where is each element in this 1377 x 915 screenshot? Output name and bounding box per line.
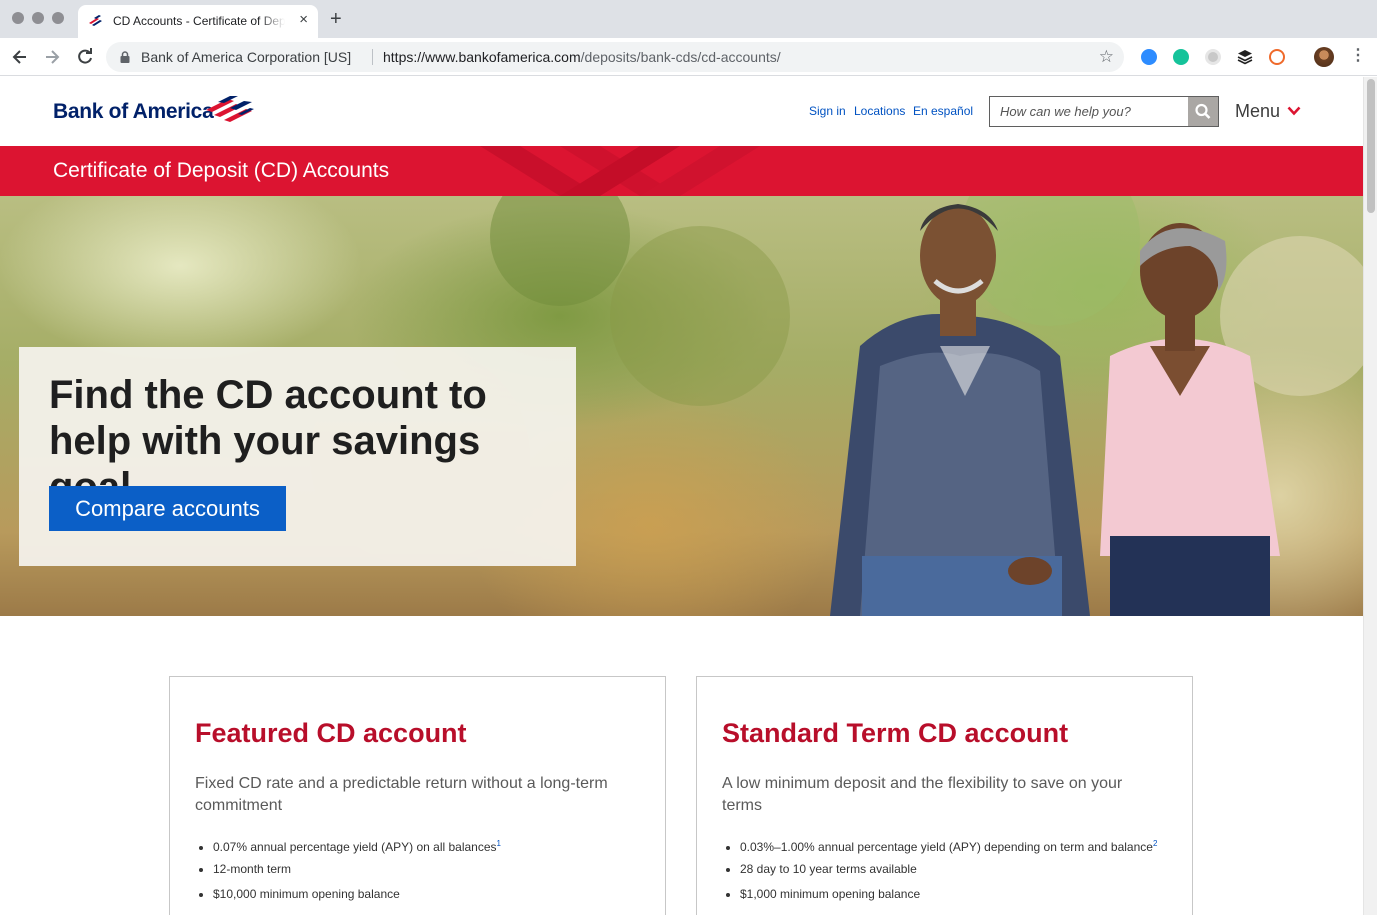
bookmark-star-icon[interactable]: ☆: [1099, 47, 1114, 67]
honey-icon[interactable]: [1269, 49, 1285, 65]
hero-card: Find the CD account to help with your sa…: [19, 347, 576, 566]
featured-cd-card: Featured CD account Fixed CD rate and a …: [169, 676, 666, 915]
search-icon: [1195, 103, 1211, 119]
zoom-extension-icon[interactable]: [1141, 49, 1157, 65]
locations-link[interactable]: Locations: [854, 104, 905, 118]
hero-banner: Find the CD account to help with your sa…: [0, 196, 1363, 616]
back-arrow-icon[interactable]: [10, 47, 30, 67]
list-item: 0.07% annual percentage yield (APY) on a…: [213, 836, 653, 861]
bullet-text: 0.03%–1.00% annual percentage yield (APY…: [740, 840, 1153, 854]
grammarly-icon[interactable]: [1173, 49, 1189, 65]
window-close-button[interactable]: [12, 12, 24, 24]
lock-icon[interactable]: [120, 51, 130, 63]
search-input[interactable]: [990, 97, 1188, 126]
bullet-text: 28 day to 10 year terms available: [740, 862, 917, 876]
chevron-down-icon[interactable]: [1287, 106, 1301, 116]
reload-icon[interactable]: [75, 47, 95, 67]
page-title: Certificate of Deposit (CD) Accounts: [53, 159, 390, 182]
compare-accounts-button[interactable]: Compare accounts: [49, 486, 286, 531]
page-title-banner: Certificate of Deposit (CD) Accounts: [0, 146, 1363, 196]
card-title[interactable]: Featured CD account: [195, 718, 467, 749]
menu-button[interactable]: Menu: [1235, 101, 1280, 122]
bullet-text: $1,000 minimum opening balance: [740, 887, 921, 901]
buffer-icon[interactable]: [1237, 49, 1253, 65]
window-minimize-button[interactable]: [32, 12, 44, 24]
boa-logo[interactable]: Bank of America: [53, 100, 214, 124]
espanol-link[interactable]: En español: [913, 104, 973, 118]
site-identity[interactable]: Bank of America Corporation [US]: [141, 49, 351, 65]
tab-close-icon[interactable]: ×: [299, 12, 308, 28]
card-bullets: 0.03%–1.00% annual percentage yield (APY…: [740, 836, 1180, 911]
address-separator: [372, 49, 373, 65]
page-viewport: Bank of America Sign in Locations En esp…: [0, 77, 1363, 915]
new-tab-button[interactable]: +: [330, 9, 342, 29]
browser-menu-icon[interactable]: ⋮: [1350, 47, 1366, 65]
site-search: [989, 96, 1219, 127]
address-bar[interactable]: Bank of America Corporation [US] https:/…: [106, 42, 1124, 72]
card-subtitle: A low minimum deposit and the flexibilit…: [722, 775, 1123, 814]
footnote-link[interactable]: 1: [497, 839, 501, 848]
card-subtitle: Fixed CD rate and a predictable return w…: [195, 775, 608, 814]
boa-flag-logo-icon[interactable]: [204, 96, 254, 122]
boa-favicon-icon: [89, 15, 102, 26]
card-title[interactable]: Standard Term CD account: [722, 718, 1068, 749]
bullet-text: 12-month term: [213, 862, 292, 876]
list-item: 28 day to 10 year terms available: [740, 861, 1180, 886]
bullet-text: $10,000 minimum opening balance: [213, 887, 400, 901]
list-item: 0.03%–1.00% annual percentage yield (APY…: [740, 836, 1180, 861]
bullet-text: 0.07% annual percentage yield (APY) on a…: [213, 840, 497, 854]
list-item: 12-month term: [213, 861, 653, 886]
site-header: Bank of America Sign in Locations En esp…: [0, 77, 1363, 146]
browser-tab-active[interactable]: CD Accounts - Certificate of Deposit Acc…: [78, 5, 318, 38]
standard-term-cd-card: Standard Term CD account A low minimum d…: [696, 676, 1193, 915]
list-item: $1,000 minimum opening balance: [740, 886, 1180, 911]
page-scrollbar[interactable]: [1363, 77, 1377, 915]
browser-toolbar: Bank of America Corporation [US] https:/…: [0, 38, 1377, 76]
card-bullets: 0.07% annual percentage yield (APY) on a…: [213, 836, 653, 911]
browser-tab-bar: CD Accounts - Certificate of Deposit Acc…: [0, 0, 1377, 38]
gray-circle-extension-icon[interactable]: [1205, 49, 1221, 65]
forward-arrow-icon[interactable]: [42, 47, 62, 67]
profile-avatar[interactable]: [1314, 47, 1334, 67]
list-item: $10,000 minimum opening balance: [213, 886, 653, 911]
url-path: /deposits/bank-cds/cd-accounts/: [580, 49, 781, 65]
url-host: https://www.bankofamerica.com: [383, 49, 581, 65]
scrollbar-thumb[interactable]: [1367, 79, 1375, 213]
window-zoom-button[interactable]: [52, 12, 64, 24]
footnote-link[interactable]: 2: [1153, 839, 1157, 848]
sign-in-link[interactable]: Sign in: [809, 104, 846, 118]
url-text[interactable]: https://www.bankofamerica.com/deposits/b…: [383, 49, 781, 65]
tab-title: CD Accounts - Certificate of Deposit Acc…: [113, 14, 285, 28]
search-button[interactable]: [1188, 97, 1218, 126]
